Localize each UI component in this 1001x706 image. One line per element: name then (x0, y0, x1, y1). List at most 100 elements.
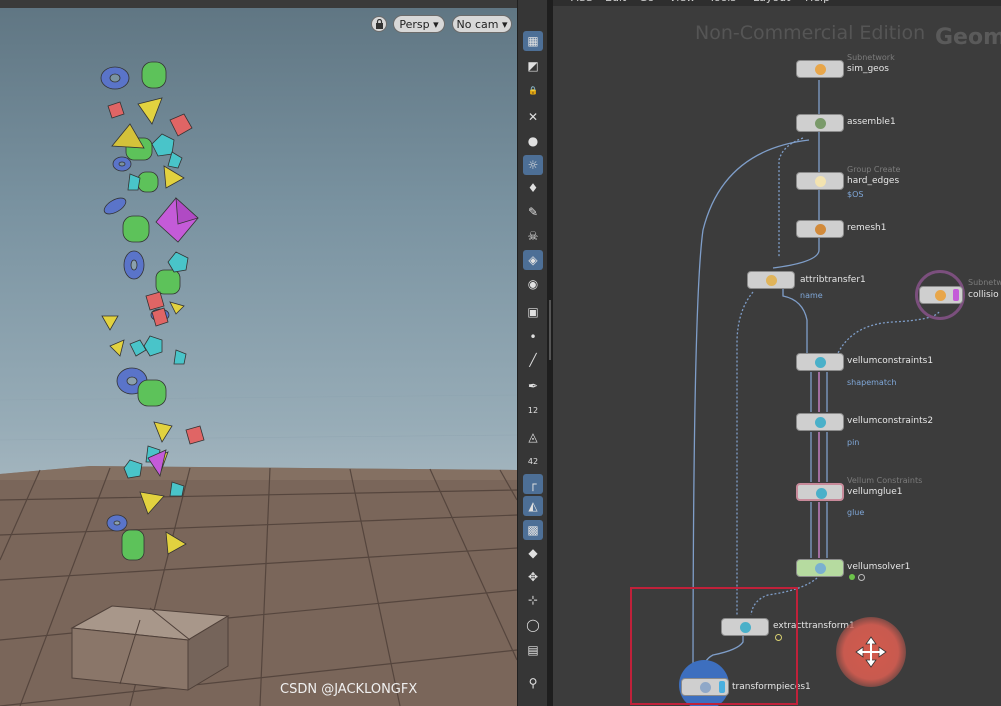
handle-icon: ✕ (527, 110, 539, 124)
highlight-box (630, 587, 798, 705)
node-label: vellumsolver1 (847, 562, 911, 572)
shelf-button-pin[interactable]: ⚲ (523, 673, 543, 693)
shelf-button-snap[interactable]: ◆ (523, 543, 543, 563)
node-label: hard_edges (847, 176, 900, 186)
shelf-button-brush[interactable]: ╱ (523, 350, 543, 370)
shelf-button-bulb[interactable]: ♦ (523, 178, 543, 198)
dot-icon: • (529, 330, 537, 344)
viewport-top-strip (0, 0, 517, 8)
sphere-icon: ● (527, 134, 539, 148)
node-label: vellumconstraints2 (847, 416, 934, 426)
select-icon: ◩ (527, 59, 539, 73)
node-type-label: Vellum Constraints (847, 476, 923, 485)
shelf-button-num-42[interactable]: 42 (523, 452, 543, 472)
node-body[interactable] (747, 271, 795, 289)
active-tool-icon: ◭ (528, 499, 538, 513)
shelf-button-display[interactable]: ▤ (523, 640, 543, 660)
node-body[interactable] (796, 353, 844, 371)
node-body[interactable] (796, 220, 844, 238)
shelf-button-light[interactable]: ☼ (523, 155, 543, 175)
shelf-button-eye[interactable]: ◉ (523, 274, 543, 294)
shelf-button-scale[interactable]: ⊹ (523, 590, 543, 610)
scene-viewport[interactable]: Persp ▾ No cam ▾ (0, 0, 517, 706)
shelf-button-view[interactable]: ▦ (523, 31, 543, 51)
num-12-icon: 12 (527, 406, 539, 415)
scene-render (0, 61, 517, 706)
node-body[interactable] (796, 559, 844, 577)
shelf-button-paint-bucket[interactable]: ◬ (523, 427, 543, 447)
network-editor[interactable]: AddEditGoViewToolsLayoutHelp Non-Commerc… (553, 0, 1001, 706)
node-parm: $OS (847, 190, 864, 199)
shelf-button-transform[interactable]: ✥ (523, 567, 543, 587)
node-type-label: Subnetwork (847, 53, 895, 62)
node-body[interactable] (919, 286, 963, 304)
circle-icon: ◯ (526, 618, 540, 632)
node-template-flag (953, 289, 959, 301)
shelf-button-select[interactable]: ◩ (523, 56, 543, 76)
lock-icon: 🔒 (528, 86, 538, 95)
node-type-label: Subnetw (968, 278, 1001, 287)
node-body[interactable] (796, 172, 844, 190)
bulb-icon: ♦ (527, 181, 539, 195)
move-cursor (836, 617, 906, 687)
shelf-button-skull[interactable]: ☠ (523, 226, 543, 246)
snap-icon: ◆ (528, 546, 538, 560)
node-label: collisio (968, 290, 999, 300)
corner-icon: ┌ (529, 477, 537, 491)
light-icon: ☼ (527, 158, 539, 172)
display-icon: ▤ (527, 643, 539, 657)
node-parm: pin (847, 438, 860, 447)
shelf-button-grid[interactable]: ▩ (523, 520, 543, 540)
node-parm: shapematch (847, 378, 897, 387)
chevron-down-icon: ▾ (433, 18, 439, 31)
node-label: vellumglue1 (847, 487, 903, 497)
display-options-toolbar: ▦ ◩ 🔒 ✕ ● ☼ ♦ ✎ ☠ ◈ ◉ ▣ • ╱ ✒ 12 ◬ 42 ┌ ◭ ▩ ◆ ✥ ⊹ ◯ ▤ ⚲ (517, 0, 548, 706)
camera-icon: ▣ (527, 305, 539, 319)
node-type-label: Group Create (847, 165, 901, 174)
shelf-button-lock[interactable]: 🔒 (523, 81, 543, 101)
layers-icon: ◈ (528, 253, 538, 267)
shelf-button-circle[interactable]: ◯ (523, 615, 543, 635)
camera-persp-dropdown[interactable]: Persp ▾ (393, 15, 445, 33)
transform-icon: ✥ (527, 570, 539, 584)
camera-cam-dropdown[interactable]: No cam ▾ (452, 15, 512, 33)
pin-icon: ⚲ (528, 676, 538, 690)
eye-icon: ◉ (527, 277, 539, 291)
node-body[interactable] (796, 114, 844, 132)
view-icon: ▦ (527, 34, 539, 48)
chevron-down-icon: ▾ (501, 18, 508, 31)
node-label: remesh1 (847, 223, 887, 233)
shelf-button-paint[interactable]: ✎ (523, 202, 543, 222)
node-body[interactable] (796, 413, 844, 431)
lock-icon (375, 19, 383, 29)
shelf-button-sphere[interactable]: ● (523, 131, 543, 151)
shelf-button-dot[interactable]: • (523, 327, 543, 347)
shelf-button-pen[interactable]: ✒ (523, 376, 543, 396)
node-label: sim_geos (847, 64, 889, 74)
node-body[interactable] (796, 483, 844, 501)
node-parm: glue (847, 508, 865, 517)
watermark-text: CSDN @JACKLONGFX (280, 682, 418, 697)
node-parm: name (800, 291, 823, 300)
scale-icon: ⊹ (527, 593, 539, 607)
node-label: vellumconstraints1 (847, 356, 934, 366)
display-flag-icon (849, 574, 855, 580)
camera-persp-label: Persp (399, 18, 430, 31)
skull-icon: ☠ (527, 229, 539, 243)
lock-camera-button[interactable] (371, 16, 387, 32)
camera-cam-label: No cam (456, 18, 499, 31)
node-label: attribtransfer1 (800, 275, 866, 285)
shelf-button-corner[interactable]: ┌ (523, 474, 543, 494)
shelf-button-camera[interactable]: ▣ (523, 302, 543, 322)
shelf-button-layers[interactable]: ◈ (523, 250, 543, 270)
render-flag-icon (858, 574, 865, 581)
node-body[interactable] (796, 60, 844, 78)
node-label: assemble1 (847, 117, 896, 127)
move-arrows-icon (855, 636, 887, 668)
shelf-button-num-12[interactable]: 12 (523, 401, 543, 421)
shelf-button-handle[interactable]: ✕ (523, 107, 543, 127)
paint-bucket-icon: ◬ (528, 430, 538, 444)
brush-icon: ╱ (529, 353, 537, 367)
shelf-button-active-tool[interactable]: ◭ (523, 496, 543, 516)
grid-icon: ▩ (527, 523, 539, 537)
